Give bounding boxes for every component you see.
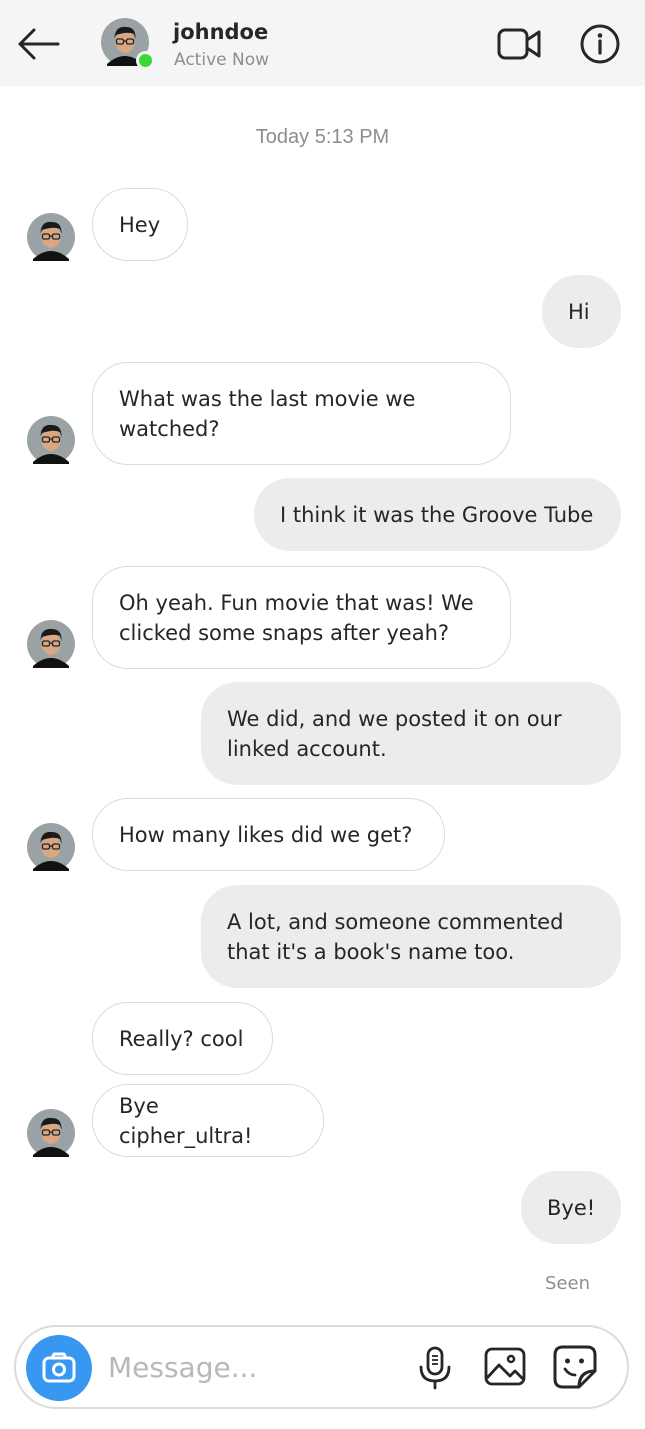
gallery-icon[interactable] xyxy=(483,1345,527,1389)
incoming-message[interactable]: Hey xyxy=(92,188,188,261)
message-thread: Today 5:13 PM Hey Hi What was the last m… xyxy=(0,86,645,1315)
incoming-message[interactable]: Really? cool xyxy=(92,1002,273,1075)
thread-timestamp: Today 5:13 PM xyxy=(255,126,390,148)
outgoing-message[interactable]: Bye! xyxy=(521,1171,621,1244)
message-text: I think it was the Groove Tube xyxy=(280,502,594,527)
message-text: We did, and we posted it on our linked a… xyxy=(227,706,562,761)
incoming-message[interactable]: What was the last movie we watched? xyxy=(92,362,511,465)
outgoing-message[interactable]: A lot, and someone commented that it's a… xyxy=(201,885,621,988)
avatar[interactable] xyxy=(27,823,75,871)
contact-username[interactable]: johndoe xyxy=(173,20,268,44)
back-arrow-icon[interactable] xyxy=(16,24,60,64)
camera-icon xyxy=(42,1352,76,1383)
message-text: What was the last movie we watched? xyxy=(119,386,416,441)
message-text: Bye! xyxy=(547,1195,596,1220)
video-camera-icon[interactable] xyxy=(496,24,542,64)
online-status-dot xyxy=(136,51,155,70)
camera-button[interactable] xyxy=(26,1335,92,1401)
sticker-icon[interactable] xyxy=(551,1343,599,1391)
message-input[interactable] xyxy=(108,1343,398,1391)
info-icon[interactable] xyxy=(578,22,622,66)
message-text: A lot, and someone commented that it's a… xyxy=(227,909,564,964)
message-text: Bye cipher_ultra! xyxy=(119,1093,253,1148)
microphone-icon[interactable] xyxy=(413,1345,457,1391)
contact-status: Active Now xyxy=(174,50,270,70)
avatar[interactable] xyxy=(27,213,75,261)
outgoing-message[interactable]: I think it was the Groove Tube xyxy=(254,478,621,551)
seen-indicator: Seen xyxy=(545,1273,590,1294)
avatar[interactable] xyxy=(27,620,75,668)
message-text: How many likes did we get? xyxy=(119,822,413,847)
message-text: Hi xyxy=(568,299,590,324)
incoming-message[interactable]: How many likes did we get? xyxy=(92,798,445,871)
chat-header: johndoe Active Now xyxy=(0,0,645,86)
incoming-message[interactable]: Oh yeah. Fun movie that was! We clicked … xyxy=(92,566,511,669)
message-composer xyxy=(14,1325,629,1409)
message-text: Really? cool xyxy=(119,1026,244,1051)
outgoing-message[interactable]: We did, and we posted it on our linked a… xyxy=(201,682,621,785)
avatar[interactable] xyxy=(27,416,75,464)
incoming-message[interactable]: Bye cipher_ultra! xyxy=(92,1084,324,1157)
message-text: Hey xyxy=(119,212,161,237)
message-text: Oh yeah. Fun movie that was! We clicked … xyxy=(119,590,474,645)
outgoing-message[interactable]: Hi xyxy=(542,275,621,348)
avatar[interactable] xyxy=(27,1109,75,1157)
